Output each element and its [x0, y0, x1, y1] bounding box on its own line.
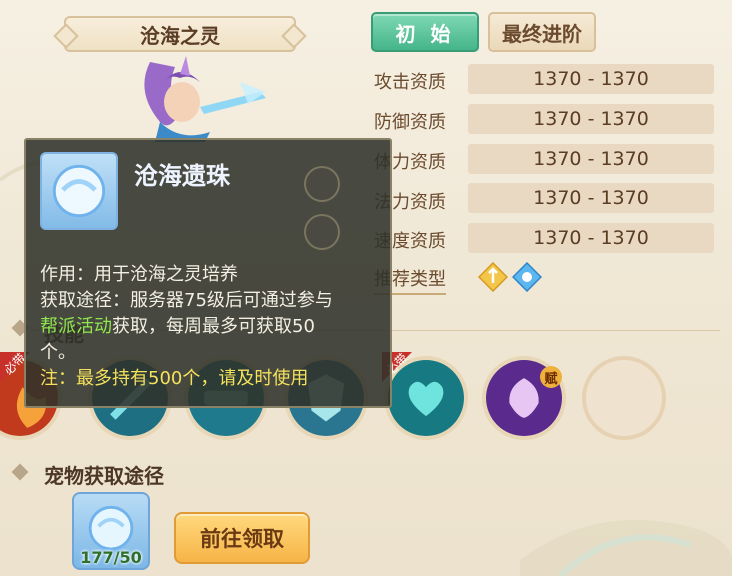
tooltip-source-3: 个。	[40, 342, 76, 363]
stat-label-attack: 攻击资质	[374, 72, 446, 93]
tooltip-source-tail: 获取，每周最多可获取50	[112, 316, 315, 337]
paw-icon	[304, 166, 340, 202]
pearl-icon-large	[52, 164, 106, 218]
stat-value-attack: 1370 - 1370	[533, 68, 649, 90]
tooltip-source-2: 帮派活动获取，每周最多可获取50	[40, 314, 315, 340]
stat-bar-stamina: 1370 - 1370	[468, 144, 714, 174]
stat-value-speed: 1370 - 1370	[533, 227, 649, 249]
tooltip-title: 沧海遗珠	[134, 162, 230, 190]
tooltip-note: 注：最多持有500个，请及时使用	[40, 368, 309, 389]
acquire-section-title: 宠物获取途径	[44, 464, 164, 488]
skill-empty-slot[interactable]	[582, 356, 666, 440]
stat-value-stamina: 1370 - 1370	[533, 148, 649, 170]
attack-type-icon[interactable]	[478, 262, 508, 292]
tab-initial-label: 初 始	[395, 21, 455, 46]
item-tooltip: 沧海遗珠 作用：用于沧海之灵培养 获取途径：服务器75级后可通过参与 帮派活动获…	[24, 138, 392, 408]
tab-final-evolution[interactable]: 最终进阶	[488, 12, 596, 52]
stat-bar-mana: 1370 - 1370	[468, 183, 714, 213]
item-count: 177/50	[80, 548, 142, 567]
tooltip-source-1: 获取途径：服务器75级后可通过参与	[40, 290, 333, 311]
stat-bar-speed: 1370 - 1370	[468, 223, 714, 253]
tooltip-source-highlight: 帮派活动	[40, 316, 112, 337]
magic-type-icon[interactable]	[512, 262, 542, 292]
paw-icon-2	[304, 214, 340, 250]
stat-bar-defense: 1370 - 1370	[468, 104, 714, 134]
pet-name-tag: 沧海之灵	[64, 16, 296, 52]
go-claim-label: 前往领取	[200, 527, 284, 551]
tab-final-label: 最终进阶	[502, 21, 582, 46]
section-diamond-acquire	[11, 463, 29, 481]
stat-value-mana: 1370 - 1370	[533, 187, 649, 209]
stat-value-defense: 1370 - 1370	[533, 108, 649, 130]
tooltip-usage: 作用：用于沧海之灵培养	[40, 264, 238, 285]
tab-initial[interactable]: 初 始	[371, 12, 479, 52]
talent-badge: 赋	[540, 366, 562, 388]
stat-bar-attack: 1370 - 1370	[468, 64, 714, 94]
go-claim-button[interactable]: 前往领取	[174, 512, 310, 564]
pet-name: 沧海之灵	[140, 23, 220, 48]
tooltip-item-icon	[40, 152, 118, 230]
pet-portrait	[144, 56, 266, 142]
stat-label-defense: 防御资质	[374, 112, 446, 133]
